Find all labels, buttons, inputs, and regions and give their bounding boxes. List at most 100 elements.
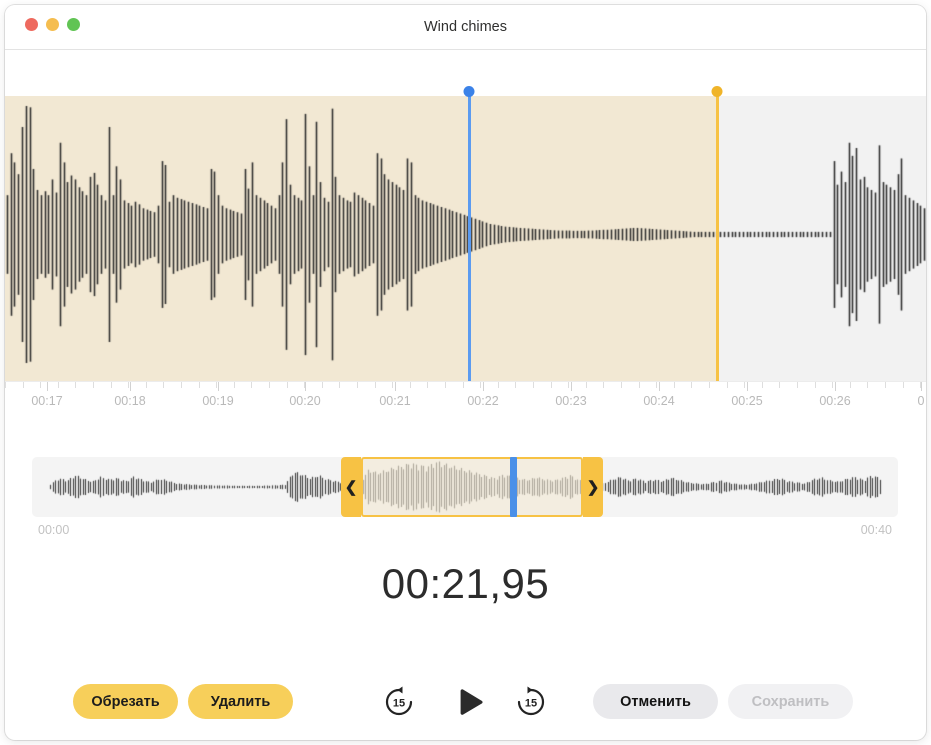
ruler-tick	[551, 382, 552, 388]
svg-text:15: 15	[393, 698, 405, 710]
ruler-tick	[58, 382, 59, 388]
overview-end-label: 00:40	[861, 523, 892, 537]
ruler-tick	[410, 382, 411, 388]
ruler-label: 00:22	[467, 394, 498, 408]
ruler-tick	[779, 382, 780, 388]
ruler-tick	[216, 382, 217, 388]
waveform-panel[interactable]	[5, 96, 926, 381]
overview-track[interactable]	[32, 457, 898, 517]
ruler-tick	[181, 382, 182, 388]
trim-button[interactable]: Обрезать	[73, 684, 178, 719]
bottom-toolbar: Обрезать Удалить 15 15 Отменить Сохранит…	[5, 670, 926, 740]
selection-end-marker[interactable]	[716, 91, 719, 387]
overview-waveform-canvas[interactable]	[32, 457, 898, 517]
chevron-right-icon: ❯	[587, 478, 600, 496]
app-window: Wind chimes 00:17 00:18 00:19 00:20 00:21 00:…	[5, 5, 926, 740]
ruler-tick-major	[47, 382, 48, 391]
ruler-label: 00:26	[819, 394, 850, 408]
ruler-tick	[287, 382, 288, 388]
ruler-tick	[251, 382, 252, 388]
ruler-tick	[339, 382, 340, 388]
ruler-tick	[885, 382, 886, 388]
ruler-tick	[586, 382, 587, 388]
overview-start-label: 00:00	[38, 523, 69, 537]
ruler-tick	[5, 382, 6, 388]
waveform-canvas[interactable]	[5, 96, 926, 381]
ruler-tick	[427, 382, 428, 388]
ruler-label: 00:17	[31, 394, 62, 408]
overview-strip[interactable]: ❮ ❯ 00:00 00:40	[32, 457, 898, 517]
ruler-tick	[163, 382, 164, 388]
ruler-tick	[727, 382, 728, 388]
playhead-marker[interactable]	[468, 91, 471, 387]
ruler-tick-major	[130, 382, 131, 391]
ruler-tick	[903, 382, 904, 388]
ruler-label: 00:21	[379, 394, 410, 408]
ruler-tick	[111, 382, 112, 388]
current-time-display: 00:21,95	[5, 560, 926, 608]
ruler-tick	[392, 382, 393, 388]
ruler-tick	[867, 382, 868, 388]
ruler-label: 00:25	[731, 394, 762, 408]
ruler-label: 00:19	[202, 394, 233, 408]
ruler-tick	[656, 382, 657, 388]
ruler-tick	[445, 382, 446, 388]
ruler-label: 0	[918, 394, 925, 408]
play-button[interactable]	[451, 684, 491, 720]
ruler-tick-major	[483, 382, 484, 391]
skip-back-15-button[interactable]: 15	[381, 684, 417, 720]
ruler-tick	[146, 382, 147, 388]
ruler-label: 00:24	[643, 394, 674, 408]
ruler-tick-major	[835, 382, 836, 391]
ruler-tick-major	[571, 382, 572, 391]
window-title: Wind chimes	[5, 5, 926, 49]
playhead-knob-top[interactable]	[464, 86, 475, 97]
ruler-tick	[533, 382, 534, 388]
ruler-tick	[515, 382, 516, 388]
ruler-tick-major	[305, 382, 306, 391]
ruler-tick-major	[659, 382, 660, 391]
delete-button[interactable]: Удалить	[188, 684, 293, 719]
ruler-tick	[463, 382, 464, 388]
ruler-tick	[568, 382, 569, 388]
ruler-tick	[744, 382, 745, 388]
overview-playhead[interactable]	[510, 457, 517, 517]
ruler-tick-major	[395, 382, 396, 391]
ruler-tick	[498, 382, 499, 388]
ruler-tick	[850, 382, 851, 388]
ruler-tick	[639, 382, 640, 388]
ruler-tick	[603, 382, 604, 388]
ruler-tick	[40, 382, 41, 388]
selection-handle-right[interactable]: ❯	[583, 457, 603, 517]
title-bar: Wind chimes	[5, 5, 926, 50]
ruler-tick-major	[921, 382, 922, 391]
ruler-tick	[199, 382, 200, 388]
ruler-label: 00:23	[555, 394, 586, 408]
ruler-label: 00:18	[114, 394, 145, 408]
selection-handle-left[interactable]: ❮	[341, 457, 361, 517]
ruler-label: 00:20	[289, 394, 320, 408]
skip-forward-15-button[interactable]: 15	[513, 684, 549, 720]
ruler-tick	[93, 382, 94, 388]
play-icon	[451, 684, 491, 720]
ruler-tick	[75, 382, 76, 388]
ruler-tick	[832, 382, 833, 388]
ruler-tick	[357, 382, 358, 388]
svg-text:15: 15	[525, 698, 537, 710]
ruler-tick	[815, 382, 816, 388]
ruler-tick	[269, 382, 270, 388]
save-button: Сохранить	[728, 684, 853, 719]
ruler-tick	[128, 382, 129, 388]
ruler-tick	[674, 382, 675, 388]
ruler-tick-major	[218, 382, 219, 391]
skip-forward-15-icon: 15	[513, 684, 549, 720]
selection-end-knob-top[interactable]	[712, 86, 723, 97]
ruler-tick	[480, 382, 481, 388]
ruler-tick	[234, 382, 235, 388]
ruler-tick	[322, 382, 323, 388]
ruler-tick	[709, 382, 710, 388]
ruler-tick-major	[747, 382, 748, 391]
ruler-tick	[797, 382, 798, 388]
cancel-button[interactable]: Отменить	[593, 684, 718, 719]
ruler-tick	[762, 382, 763, 388]
